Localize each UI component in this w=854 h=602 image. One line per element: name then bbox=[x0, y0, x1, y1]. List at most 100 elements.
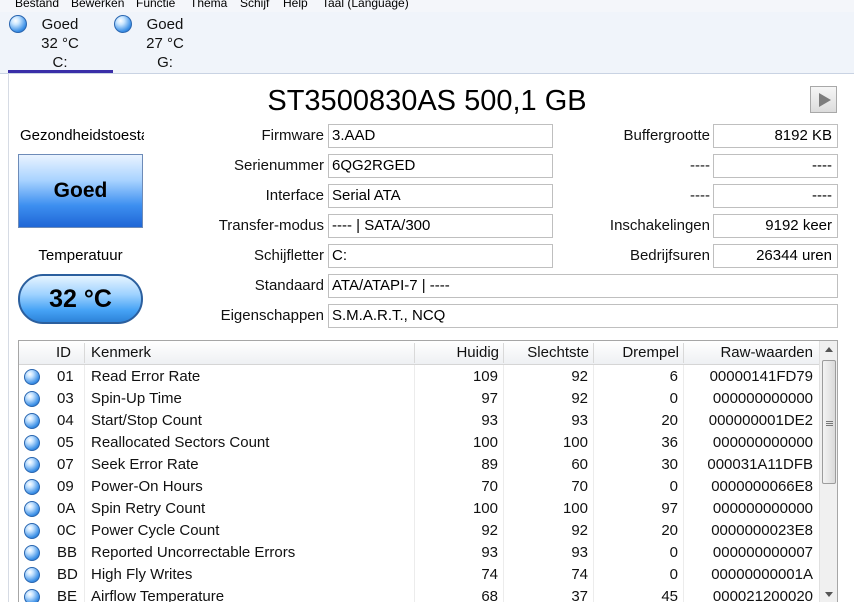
threshold-value: 0 bbox=[669, 544, 678, 561]
standard-field: ATA/ATAPI-7 | ---- bbox=[328, 274, 838, 298]
table-row[interactable]: 05 Reallocated Sectors Count 100 100 36 … bbox=[19, 432, 819, 454]
status-orb-icon bbox=[24, 457, 40, 473]
column-divider bbox=[414, 343, 415, 363]
attribute-id: 04 bbox=[57, 412, 74, 429]
unused-field-1: ---- bbox=[713, 154, 838, 178]
raw-value: 000000001DE2 bbox=[708, 412, 813, 429]
column-header-attribute[interactable]: Kenmerk bbox=[91, 341, 291, 365]
column-header-current[interactable]: Huidig bbox=[419, 341, 499, 365]
table-row[interactable]: BE Airflow Temperature 68 37 45 00002120… bbox=[19, 586, 819, 602]
column-header-threshold[interactable]: Drempel bbox=[597, 341, 679, 365]
attribute-name: Power Cycle Count bbox=[91, 522, 220, 539]
current-value: 70 bbox=[481, 478, 498, 495]
threshold-value: 30 bbox=[661, 456, 678, 473]
table-row[interactable]: 09 Power-On Hours 70 70 0 0000000066E8 bbox=[19, 476, 819, 498]
menu-language[interactable]: Taal (Language) bbox=[322, 0, 409, 11]
temperature-display[interactable]: 32 °C bbox=[18, 274, 143, 324]
drive-status: Goed bbox=[41, 16, 79, 33]
raw-value: 0000000066E8 bbox=[711, 478, 813, 495]
scroll-up-button[interactable] bbox=[820, 341, 837, 359]
worst-value: 74 bbox=[571, 566, 588, 583]
threshold-value: 97 bbox=[661, 500, 678, 517]
interface-field: Serial ATA bbox=[328, 184, 553, 208]
status-orb-icon bbox=[24, 369, 40, 385]
unused-label-1: ---- bbox=[690, 157, 710, 174]
raw-value: 000000000000 bbox=[712, 434, 813, 451]
attribute-id: BD bbox=[57, 566, 78, 583]
raw-value: 000000000000 bbox=[712, 500, 813, 517]
selected-tab-indicator bbox=[8, 70, 113, 73]
smart-attribute-table[interactable]: ID Kenmerk Huidig Slechtste Drempel Raw-… bbox=[18, 340, 838, 602]
worst-value: 37 bbox=[571, 588, 588, 602]
attribute-id: 05 bbox=[57, 434, 74, 451]
raw-value: 000000000000 bbox=[712, 390, 813, 407]
attribute-id: 01 bbox=[57, 368, 74, 385]
menu-function[interactable]: Functie bbox=[136, 0, 175, 11]
column-divider bbox=[593, 343, 594, 363]
column-header-worst[interactable]: Slechtste bbox=[507, 341, 589, 365]
transfer-mode-field: ---- | SATA/300 bbox=[328, 214, 553, 238]
scroll-down-button[interactable] bbox=[820, 585, 837, 602]
threshold-value: 0 bbox=[669, 478, 678, 495]
table-row[interactable]: 0C Power Cycle Count 92 92 20 0000000023… bbox=[19, 520, 819, 542]
buffer-size-field: 8192 KB bbox=[713, 124, 838, 148]
attribute-id: 07 bbox=[57, 456, 74, 473]
interface-label: Interface bbox=[265, 187, 324, 204]
drive-letter-field: C: bbox=[328, 244, 553, 268]
attribute-name: Power-On Hours bbox=[91, 478, 203, 495]
table-row[interactable]: 07 Seek Error Rate 89 60 30 000031A11DFB bbox=[19, 454, 819, 476]
drive-temperature: 32 °C bbox=[41, 35, 79, 52]
power-on-hours-label: Bedrijfsuren bbox=[629, 247, 710, 264]
threshold-value: 20 bbox=[661, 412, 678, 429]
scroll-thumb[interactable] bbox=[822, 360, 836, 484]
table-row[interactable]: 04 Start/Stop Count 93 93 20 000000001DE… bbox=[19, 410, 819, 432]
menu-file[interactable]: Bestand bbox=[15, 0, 59, 11]
table-header: ID Kenmerk Huidig Slechtste Drempel Raw-… bbox=[19, 341, 819, 365]
play-arrow-icon bbox=[819, 93, 831, 107]
worst-value: 92 bbox=[571, 522, 588, 539]
next-disk-button[interactable] bbox=[810, 86, 837, 113]
features-label: Eigenschappen bbox=[220, 307, 324, 324]
unused-field-2: ---- bbox=[713, 184, 838, 208]
health-status-button[interactable]: Goed bbox=[18, 154, 143, 228]
table-row[interactable]: 01 Read Error Rate 109 92 6 00000141FD79 bbox=[19, 366, 819, 388]
current-value: 100 bbox=[472, 500, 498, 517]
menu-disk[interactable]: Schijf bbox=[240, 0, 269, 11]
drive-tab-g[interactable]: Goed 27 °C G: bbox=[113, 12, 217, 74]
attribute-id: 0C bbox=[57, 522, 77, 539]
table-row[interactable]: BB Reported Uncorrectable Errors 93 93 0… bbox=[19, 542, 819, 564]
menu-theme[interactable]: Thema bbox=[190, 0, 227, 11]
attribute-name: Seek Error Rate bbox=[91, 456, 199, 473]
unused-label-2: ---- bbox=[690, 187, 710, 204]
worst-value: 92 bbox=[571, 368, 588, 385]
worst-value: 70 bbox=[571, 478, 588, 495]
buffer-size-label: Buffergrootte bbox=[623, 127, 710, 144]
raw-value: 00000141FD79 bbox=[709, 368, 813, 385]
table-row[interactable]: 0A Spin Retry Count 100 100 97 000000000… bbox=[19, 498, 819, 520]
drive-tab-c[interactable]: Goed 32 °C C: bbox=[8, 12, 112, 74]
drive-status: Goed bbox=[146, 16, 184, 33]
attribute-id: BE bbox=[57, 588, 78, 602]
attribute-id: BB bbox=[57, 544, 78, 561]
raw-value: 000021200020 bbox=[712, 588, 813, 602]
attribute-name: Start/Stop Count bbox=[91, 412, 202, 429]
chevron-down-icon bbox=[825, 592, 833, 597]
worst-value: 93 bbox=[571, 412, 588, 429]
attribute-name: Reported Uncorrectable Errors bbox=[91, 544, 296, 561]
column-header-id[interactable]: ID bbox=[56, 341, 78, 365]
worst-value: 93 bbox=[571, 544, 588, 561]
drive-temperature: 27 °C bbox=[146, 35, 184, 52]
menu-edit[interactable]: Bewerken bbox=[71, 0, 124, 11]
status-orb-icon bbox=[24, 545, 40, 561]
vertical-scrollbar[interactable] bbox=[819, 341, 837, 602]
worst-value: 92 bbox=[571, 390, 588, 407]
column-header-raw[interactable]: Raw-waarden bbox=[689, 341, 813, 365]
menu-help[interactable]: Help bbox=[283, 0, 308, 11]
threshold-value: 0 bbox=[669, 566, 678, 583]
transfer-mode-label: Transfer-modus bbox=[218, 217, 324, 234]
table-row[interactable]: BD High Fly Writes 74 74 0 00000000001A bbox=[19, 564, 819, 586]
current-value: 89 bbox=[481, 456, 498, 473]
attribute-id: 03 bbox=[57, 390, 74, 407]
table-row[interactable]: 03 Spin-Up Time 97 92 0 000000000000 bbox=[19, 388, 819, 410]
current-value: 92 bbox=[481, 522, 498, 539]
